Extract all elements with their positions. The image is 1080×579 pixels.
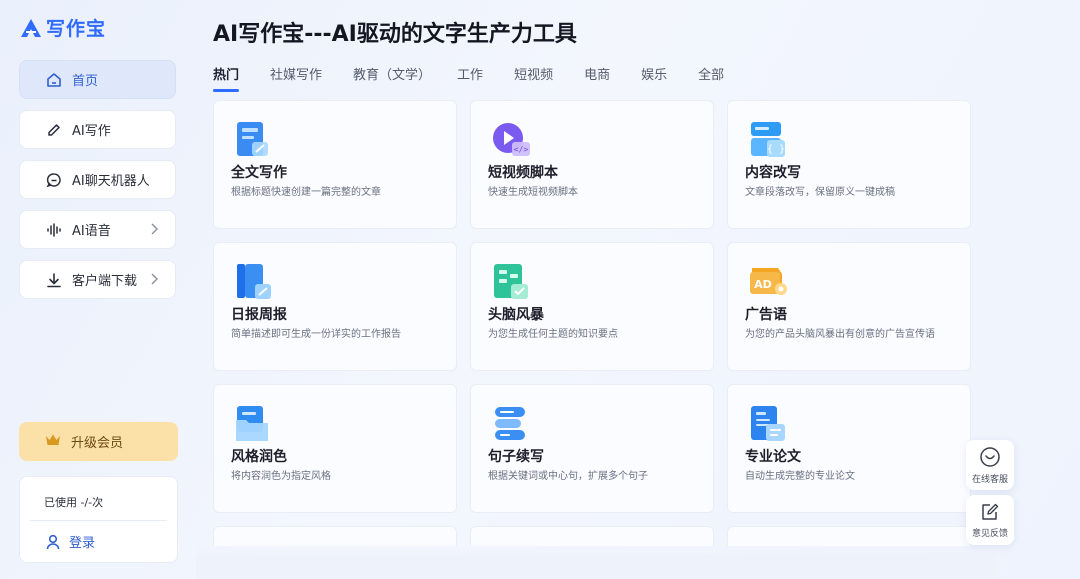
login-label: 登录 bbox=[69, 536, 96, 551]
online-service-button[interactable]: 在线客服 bbox=[966, 440, 1014, 490]
tab-entertainment[interactable]: 娱乐 bbox=[641, 64, 667, 90]
sidebar-item-label: 客户端下载 bbox=[72, 274, 138, 289]
card-title: 句子续写 bbox=[488, 449, 544, 465]
card-desc: 将内容润色为指定风格 bbox=[231, 471, 331, 482]
card-title: 短视频脚本 bbox=[488, 165, 558, 181]
card-desc: 为您的产品头脑风暴出有创意的广告宣传语 bbox=[745, 329, 935, 340]
rewrite-icon: { } bbox=[751, 122, 785, 157]
chat-icon bbox=[46, 172, 62, 188]
card-title: 广告语 bbox=[745, 307, 787, 323]
paper-icon bbox=[751, 406, 785, 441]
tab-work[interactable]: 工作 bbox=[457, 64, 483, 90]
upgrade-member-button[interactable]: 升级会员 bbox=[19, 422, 178, 461]
sentence-continue-icon bbox=[495, 407, 525, 440]
tool-card-content-rewrite[interactable]: { } 内容改写 文章段落改写，保留原义一键成稿 bbox=[727, 100, 971, 229]
tool-card-brainstorm[interactable]: 头脑风暴 为您生成任何主题的知识要点 bbox=[470, 242, 714, 371]
tool-card-partial[interactable] bbox=[213, 526, 457, 546]
user-icon bbox=[46, 534, 60, 549]
sidebar-item-label: AI写作 bbox=[72, 124, 111, 139]
report-icon bbox=[237, 264, 271, 299]
document-write-icon bbox=[237, 122, 268, 156]
svg-text:</>: </> bbox=[514, 145, 529, 154]
download-icon bbox=[46, 272, 62, 288]
ad-icon: AD bbox=[750, 268, 787, 295]
page-title: AI写作宝---AI驱动的文字生产力工具 bbox=[213, 22, 577, 47]
tab-hot[interactable]: 热门 bbox=[213, 64, 240, 92]
feedback-edit-icon bbox=[982, 503, 999, 520]
card-desc: 为您生成任何主题的知识要点 bbox=[488, 329, 618, 340]
tab-ecommerce[interactable]: 电商 bbox=[584, 64, 610, 90]
crown-icon bbox=[45, 433, 61, 451]
chevron-right-icon bbox=[151, 273, 158, 285]
tab-education[interactable]: 教育（文学） bbox=[353, 64, 431, 90]
tool-card-partial[interactable] bbox=[470, 526, 714, 546]
tool-card-full-writing[interactable]: 全文写作 根据标题快速创建一篇完整的文章 bbox=[213, 100, 457, 229]
sidebar-item-ai-writing[interactable]: AI写作 bbox=[19, 110, 176, 149]
category-tabs: 热门 社媒写作 教育（文学） 工作 短视频 电商 娱乐 全部 bbox=[213, 64, 724, 92]
card-desc: 根据标题快速创建一篇完整的文章 bbox=[231, 187, 381, 198]
sidebar-item-ai-voice[interactable]: AI语音 bbox=[19, 210, 176, 249]
tool-card-video-script[interactable]: </> 短视频脚本 快速生成短视频脚本 bbox=[470, 100, 714, 229]
pen-icon bbox=[46, 122, 62, 138]
svg-text:{ }: { } bbox=[767, 144, 785, 155]
feedback-label: 意见反馈 bbox=[971, 528, 1008, 539]
upgrade-label: 升级会员 bbox=[71, 436, 124, 451]
feedback-button[interactable]: 意见反馈 bbox=[966, 495, 1014, 545]
card-desc: 快速生成短视频脚本 bbox=[488, 187, 578, 198]
card-title: 全文写作 bbox=[231, 165, 287, 181]
card-title: 风格润色 bbox=[231, 449, 287, 465]
card-title: 头脑风暴 bbox=[488, 307, 544, 323]
tool-card-sentence-continue[interactable]: 句子续写 根据关键词或中心句，扩展多个句子 bbox=[470, 384, 714, 513]
sidebar: 写作宝 首页 AI写作 AI聊天机器人 AI语音 客户端下载 升级会员 已使用 … bbox=[0, 0, 196, 579]
sidebar-item-home[interactable]: 首页 bbox=[19, 60, 176, 99]
logo[interactable]: 写作宝 bbox=[20, 14, 106, 41]
tool-card-partial[interactable] bbox=[727, 526, 971, 546]
divider bbox=[30, 520, 167, 521]
style-polish-icon bbox=[236, 406, 268, 441]
tool-card-daily-weekly-report[interactable]: 日报周报 简单描述即可生成一份详实的工作报告 bbox=[213, 242, 457, 371]
sidebar-item-label: 首页 bbox=[72, 74, 99, 89]
sidebar-item-client-download[interactable]: 客户端下载 bbox=[19, 260, 176, 299]
sidebar-item-label: AI聊天机器人 bbox=[72, 174, 150, 189]
tool-card-academic-paper[interactable]: 专业论文 自动生成完整的专业论文 bbox=[727, 384, 971, 513]
card-title: 专业论文 bbox=[745, 449, 801, 465]
video-script-icon: </> bbox=[493, 123, 530, 156]
sidebar-item-label: AI语音 bbox=[72, 224, 111, 239]
home-icon bbox=[46, 72, 62, 88]
card-title: 日报周报 bbox=[231, 307, 287, 323]
login-button[interactable]: 登录 bbox=[46, 532, 95, 551]
tool-card-style-polish[interactable]: 风格润色 将内容润色为指定风格 bbox=[213, 384, 457, 513]
brainstorm-icon bbox=[494, 264, 528, 299]
tab-all[interactable]: 全部 bbox=[698, 64, 724, 90]
card-desc: 文章段落改写，保留原义一键成稿 bbox=[745, 187, 895, 198]
card-desc: 简单描述即可生成一份详实的工作报告 bbox=[231, 329, 401, 340]
user-panel: 已使用 -/-次 登录 bbox=[19, 476, 178, 563]
svg-text:AD: AD bbox=[754, 278, 772, 291]
online-service-label: 在线客服 bbox=[971, 474, 1008, 485]
card-title: 内容改写 bbox=[745, 165, 801, 181]
chevron-right-icon bbox=[151, 223, 158, 235]
tool-card-slogan[interactable]: AD 广告语 为您的产品头脑风暴出有创意的广告宣传语 bbox=[727, 242, 971, 371]
tab-short-video[interactable]: 短视频 bbox=[514, 64, 553, 90]
logo-icon bbox=[21, 18, 41, 37]
card-desc: 自动生成完整的专业论文 bbox=[745, 471, 855, 482]
logo-text: 写作宝 bbox=[46, 18, 107, 40]
headset-icon bbox=[980, 446, 1000, 467]
tab-social-writing[interactable]: 社媒写作 bbox=[270, 64, 322, 90]
sidebar-item-ai-chatbot[interactable]: AI聊天机器人 bbox=[19, 160, 176, 199]
content-fade bbox=[196, 546, 996, 579]
voice-icon bbox=[46, 222, 62, 238]
card-desc: 根据关键词或中心句，扩展多个句子 bbox=[488, 471, 648, 482]
usage-text: 已使用 -/-次 bbox=[44, 496, 104, 509]
